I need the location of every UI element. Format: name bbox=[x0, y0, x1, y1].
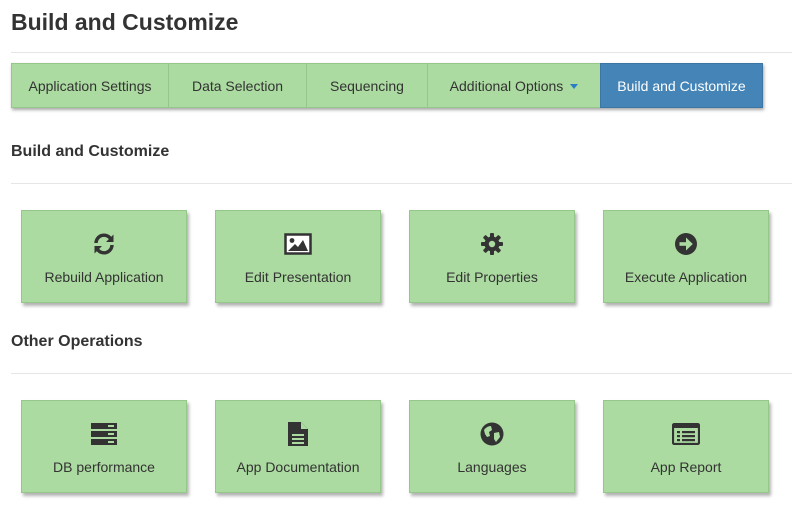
tab-build-and-customize[interactable]: Build and Customize bbox=[600, 63, 763, 108]
languages-button[interactable]: Languages bbox=[409, 400, 575, 493]
section-title-other: Other Operations bbox=[11, 333, 143, 350]
card-label: Languages bbox=[457, 459, 527, 475]
tab-label: Application Settings bbox=[28, 77, 152, 94]
tab-application-settings[interactable]: Application Settings bbox=[11, 63, 168, 108]
document-icon bbox=[283, 422, 313, 446]
image-icon bbox=[283, 232, 313, 256]
tab-data-selection[interactable]: Data Selection bbox=[168, 63, 306, 108]
edit-presentation-button[interactable]: Edit Presentation bbox=[215, 210, 381, 303]
card-label: Edit Presentation bbox=[244, 269, 352, 285]
card-label: Edit Properties bbox=[446, 269, 538, 285]
list-alt-icon bbox=[671, 422, 701, 446]
app-documentation-button[interactable]: App Documentation bbox=[215, 400, 381, 493]
tab-label: Build and Customize bbox=[617, 77, 746, 94]
section-title-build: Build and Customize bbox=[11, 143, 170, 160]
tab-label: Sequencing bbox=[330, 77, 404, 94]
arrow-circle-right-icon bbox=[671, 232, 701, 256]
gear-icon bbox=[477, 232, 507, 256]
title-divider bbox=[11, 52, 792, 53]
refresh-icon bbox=[89, 232, 119, 256]
card-label: App Report bbox=[650, 459, 722, 475]
rebuild-application-button[interactable]: Rebuild Application bbox=[21, 210, 187, 303]
wizard-tabs: Application Settings Data Selection Sequ… bbox=[11, 63, 763, 108]
tab-label: Data Selection bbox=[191, 77, 284, 94]
tab-label: Additional Options bbox=[449, 77, 564, 94]
card-label: Rebuild Application bbox=[44, 269, 164, 285]
card-label: DB performance bbox=[53, 459, 155, 475]
page-title: Build and Customize bbox=[11, 9, 239, 35]
card-label: Execute Application bbox=[624, 269, 748, 285]
app-report-button[interactable]: App Report bbox=[603, 400, 769, 493]
tab-additional-options[interactable]: Additional Options bbox=[427, 63, 600, 108]
caret-down-icon bbox=[570, 84, 579, 89]
tab-sequencing[interactable]: Sequencing bbox=[306, 63, 427, 108]
section-divider bbox=[11, 183, 792, 184]
card-label: App Documentation bbox=[236, 459, 360, 475]
edit-properties-button[interactable]: Edit Properties bbox=[409, 210, 575, 303]
globe-icon bbox=[477, 422, 507, 446]
execute-application-button[interactable]: Execute Application bbox=[603, 210, 769, 303]
section-divider bbox=[11, 373, 792, 374]
db-performance-button[interactable]: DB performance bbox=[21, 400, 187, 493]
server-icon bbox=[89, 422, 119, 446]
